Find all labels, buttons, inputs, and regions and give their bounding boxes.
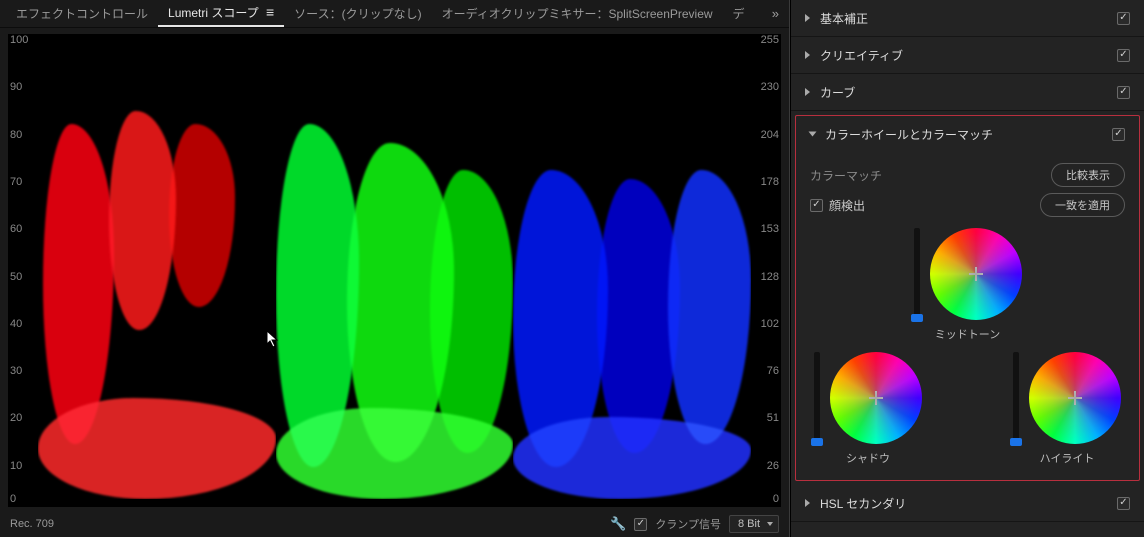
tick: 70 xyxy=(10,176,38,188)
face-detect-row: 顔検出 一致を適用 xyxy=(810,190,1125,220)
left-axis: 100 90 80 70 60 50 40 30 20 10 0 xyxy=(10,34,38,507)
blue-channel xyxy=(513,42,751,499)
lumetri-color-panel: 基本補正 クリエイティブ カーブ カラーホイールとカラーマッチ カラーマッチ 比… xyxy=(790,0,1144,537)
green-channel xyxy=(276,42,514,499)
section-header[interactable]: HSL セカンダリ xyxy=(791,485,1144,521)
compare-view-button[interactable]: 比較表示 xyxy=(1051,163,1125,187)
section-curves: カーブ xyxy=(791,74,1144,111)
tick: 51 xyxy=(751,412,779,424)
clamp-signal-checkbox[interactable] xyxy=(634,518,647,531)
tick: 60 xyxy=(10,223,38,235)
section-enable-checkbox[interactable] xyxy=(1117,497,1130,510)
clamp-signal-label: クランプ信号 xyxy=(655,516,721,532)
tick: 76 xyxy=(751,365,779,377)
tick: 0 xyxy=(751,493,779,505)
scopes-panel: エフェクトコントロール Lumetri スコープ ≡ ソース：(クリップなし) … xyxy=(0,0,790,537)
panel-menu-icon[interactable]: ≡ xyxy=(266,4,274,20)
highlights-label: ハイライト xyxy=(1040,450,1095,466)
section-enable-checkbox[interactable] xyxy=(1117,86,1130,99)
midtones-label: ミッドトーン xyxy=(935,326,1000,342)
section-header[interactable]: カーブ xyxy=(791,74,1144,110)
tab-lumetri-scopes[interactable]: Lumetri スコープ ≡ xyxy=(158,0,284,27)
tab-effects-controls[interactable]: エフェクトコントロール xyxy=(6,1,158,26)
colorspace-label: Rec. 709 xyxy=(10,518,54,530)
tick: 26 xyxy=(751,460,779,472)
crosshair-icon xyxy=(1068,391,1082,405)
color-wheels-area: ミッドトーン シャドウ xyxy=(810,228,1125,466)
red-channel xyxy=(38,42,276,499)
tick: 0 xyxy=(10,493,38,505)
highlights-wheel-group: ハイライト xyxy=(1013,352,1121,466)
scope-plot xyxy=(38,42,751,499)
tick: 128 xyxy=(751,271,779,283)
right-axis: 255 230 204 178 153 128 102 76 51 26 0 xyxy=(751,34,779,507)
tick: 230 xyxy=(751,81,779,93)
shadows-color-wheel[interactable] xyxy=(830,352,922,444)
section-header[interactable]: カラーホイールとカラーマッチ xyxy=(796,116,1139,152)
section-title: カラーホイールとカラーマッチ xyxy=(825,126,993,143)
chevron-down-icon xyxy=(809,132,817,137)
section-title: カーブ xyxy=(820,84,855,101)
panel-tabs: エフェクトコントロール Lumetri スコープ ≡ ソース：(クリップなし) … xyxy=(0,0,789,28)
tick: 30 xyxy=(10,365,38,377)
apply-match-button[interactable]: 一致を適用 xyxy=(1040,193,1125,217)
tick: 153 xyxy=(751,223,779,235)
section-title: 基本補正 xyxy=(820,10,868,27)
expand-tabs-icon[interactable]: » xyxy=(768,6,783,21)
chevron-right-icon xyxy=(805,51,810,59)
highlights-color-wheel[interactable] xyxy=(1029,352,1121,444)
tab-label: Lumetri スコープ xyxy=(168,6,259,20)
tick: 10 xyxy=(10,460,38,472)
tick: 80 xyxy=(10,129,38,141)
crosshair-icon xyxy=(969,267,983,281)
chevron-right-icon xyxy=(805,14,810,22)
color-match-row: カラーマッチ 比較表示 xyxy=(810,160,1125,190)
tick: 102 xyxy=(751,318,779,330)
tick: 100 xyxy=(10,34,38,46)
midtones-luma-slider[interactable] xyxy=(914,228,920,320)
bitdepth-select[interactable]: 8 Bit xyxy=(729,515,779,533)
tab-overflow[interactable]: デ xyxy=(723,1,755,26)
section-header[interactable]: クリエイティブ xyxy=(791,37,1144,73)
crosshair-icon xyxy=(869,391,883,405)
tick: 178 xyxy=(751,176,779,188)
section-title: HSL セカンダリ xyxy=(820,495,906,512)
section-basic-correction: 基本補正 xyxy=(791,0,1144,37)
face-detect-label: 顔検出 xyxy=(829,197,865,214)
tick: 204 xyxy=(751,129,779,141)
tab-audio-clip-mixer[interactable]: オーディオクリップミキサー：SplitScreenPreview xyxy=(432,1,723,26)
shadows-wheel-group: シャドウ xyxy=(814,352,922,466)
tab-source[interactable]: ソース：(クリップなし) xyxy=(284,1,431,26)
section-title: クリエイティブ xyxy=(820,47,903,64)
color-match-label: カラーマッチ xyxy=(810,167,882,184)
tick: 50 xyxy=(10,271,38,283)
section-header[interactable]: 基本補正 xyxy=(791,0,1144,36)
scope-footer: Rec. 709 🔧 クランプ信号 8 Bit xyxy=(0,511,789,537)
highlights-luma-slider[interactable] xyxy=(1013,352,1019,444)
rgb-parade-scope[interactable]: 100 90 80 70 60 50 40 30 20 10 0 255 230… xyxy=(8,34,781,507)
section-body: カラーマッチ 比較表示 顔検出 一致を適用 ミッドトーン xyxy=(796,152,1139,480)
tab-label-prefix: オーディオクリップミキサー： xyxy=(442,7,609,21)
section-enable-checkbox[interactable] xyxy=(1117,49,1130,62)
section-hsl-secondary: HSL セカンダリ xyxy=(791,485,1144,522)
shadows-luma-slider[interactable] xyxy=(814,352,820,444)
tab-label-target: SplitScreenPreview xyxy=(609,7,713,21)
midtones-color-wheel[interactable] xyxy=(930,228,1022,320)
section-enable-checkbox[interactable] xyxy=(1117,12,1130,25)
settings-wrench-icon[interactable]: 🔧 xyxy=(610,516,626,532)
chevron-right-icon xyxy=(805,499,810,507)
chevron-right-icon xyxy=(805,88,810,96)
shadows-label: シャドウ xyxy=(846,450,890,466)
tick: 40 xyxy=(10,318,38,330)
section-creative: クリエイティブ xyxy=(791,37,1144,74)
tick: 90 xyxy=(10,81,38,93)
tick: 20 xyxy=(10,412,38,424)
tick: 255 xyxy=(751,34,779,46)
section-color-wheels: カラーホイールとカラーマッチ カラーマッチ 比較表示 顔検出 一致を適用 xyxy=(795,115,1140,481)
midtones-wheel-group: ミッドトーン xyxy=(914,228,1022,342)
section-enable-checkbox[interactable] xyxy=(1112,128,1125,141)
face-detect-checkbox[interactable] xyxy=(810,199,823,212)
